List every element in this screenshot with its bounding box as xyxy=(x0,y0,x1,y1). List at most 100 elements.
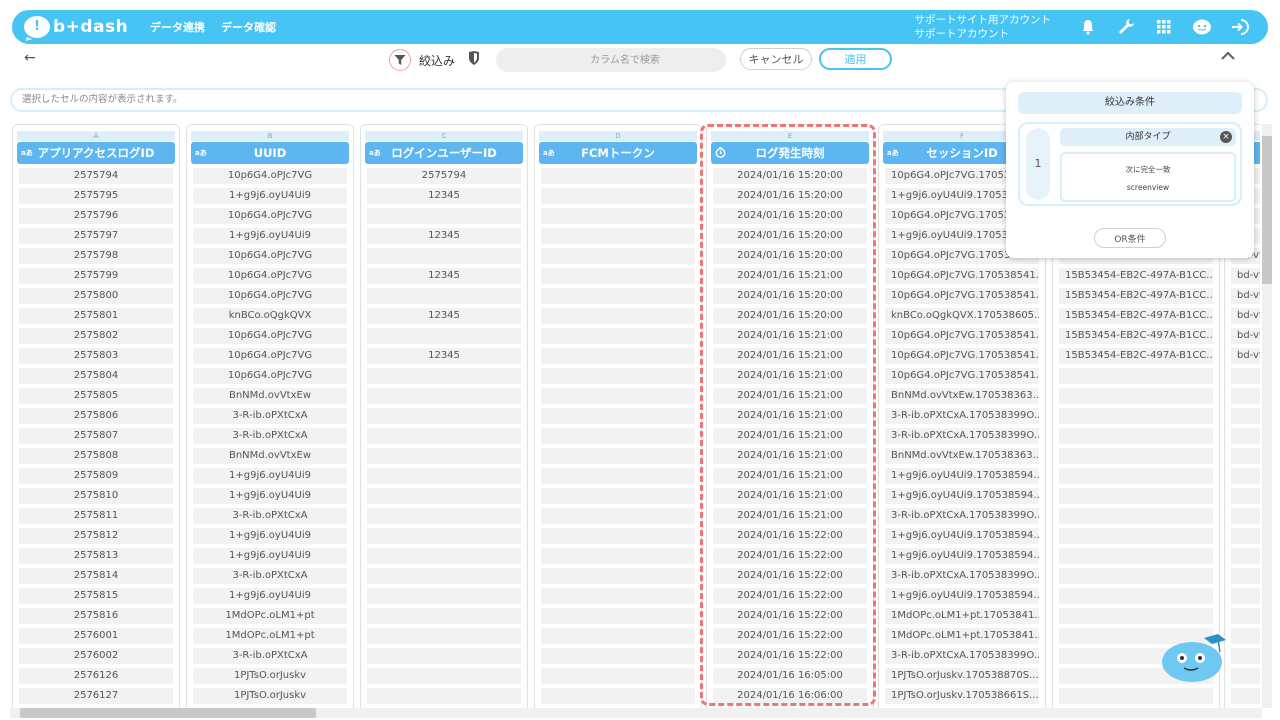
table-cell[interactable] xyxy=(541,548,695,564)
table-cell[interactable] xyxy=(367,288,521,304)
table-cell[interactable]: 2024/01/16 15:20:00 xyxy=(713,208,867,224)
table-cell[interactable] xyxy=(541,348,695,364)
table-cell[interactable]: 2024/01/16 15:21:00 xyxy=(713,408,867,424)
table-cell[interactable]: 2575800 xyxy=(19,288,173,304)
table-cell[interactable]: 1+g9j6.oyU4Ui9 xyxy=(193,528,347,544)
table-cell[interactable] xyxy=(1059,548,1213,564)
table-cell[interactable]: 12345 xyxy=(367,188,521,204)
table-cell[interactable] xyxy=(541,468,695,484)
table-cell[interactable]: 2575796 xyxy=(19,208,173,224)
table-cell[interactable] xyxy=(367,488,521,504)
column-letter[interactable]: B xyxy=(191,131,349,141)
table-cell[interactable] xyxy=(1059,688,1213,704)
table-cell[interactable]: bd-vt xyxy=(1231,328,1260,344)
table-cell[interactable] xyxy=(367,328,521,344)
logout-icon[interactable] xyxy=(1230,17,1250,37)
back-arrow-icon[interactable]: ← xyxy=(24,50,36,66)
table-cell[interactable]: 3-R-ib.oPXtCxA.170538399O... xyxy=(885,428,1039,444)
table-cell[interactable]: 3-R-ib.oPXtCxA xyxy=(193,648,347,664)
table-cell[interactable] xyxy=(1231,608,1260,624)
table-cell[interactable] xyxy=(541,408,695,424)
column-header[interactable]: aあ ログインユーザーID xyxy=(365,142,523,164)
table-cell[interactable] xyxy=(367,468,521,484)
table-cell[interactable] xyxy=(1231,648,1260,664)
table-cell[interactable] xyxy=(1059,528,1213,544)
table-cell[interactable]: 15B53454-EB2C-497A-B1CC... xyxy=(1059,328,1213,344)
table-cell[interactable]: knBCo.oQgkQVX xyxy=(193,308,347,324)
column-letter[interactable]: C xyxy=(365,131,523,141)
table-cell[interactable]: 3-R-ib.oPXtCxA.170538399O... xyxy=(885,648,1039,664)
table-cell[interactable] xyxy=(1231,448,1260,464)
table-cell[interactable] xyxy=(1231,628,1260,644)
table-cell[interactable]: 2575797 xyxy=(19,228,173,244)
table-cell[interactable] xyxy=(367,248,521,264)
table-cell[interactable]: bd-vt xyxy=(1231,308,1260,324)
table-cell[interactable] xyxy=(367,208,521,224)
table-cell[interactable] xyxy=(541,328,695,344)
table-cell[interactable]: 1MdOPc.oLM1+pt.17053841... xyxy=(885,628,1039,644)
table-cell[interactable]: 1PJTsO.orJuskv xyxy=(193,668,347,684)
table-cell[interactable] xyxy=(1231,368,1260,384)
table-cell[interactable]: 2024/01/16 15:21:00 xyxy=(713,468,867,484)
table-cell[interactable]: 2575811 xyxy=(19,508,173,524)
table-cell[interactable] xyxy=(1059,388,1213,404)
table-cell[interactable]: BnNMd.ovVtxEw xyxy=(193,448,347,464)
table-cell[interactable]: 10p6G4.oPJc7VG xyxy=(193,248,347,264)
nav-data-integration[interactable]: データ連携 xyxy=(150,19,205,35)
table-cell[interactable] xyxy=(367,408,521,424)
table-cell[interactable] xyxy=(1059,448,1213,464)
table-cell[interactable] xyxy=(1231,468,1260,484)
table-cell[interactable] xyxy=(541,428,695,444)
table-cell[interactable] xyxy=(541,648,695,664)
column-search-input[interactable] xyxy=(496,48,726,72)
table-cell[interactable]: 2576001 xyxy=(19,628,173,644)
table-cell[interactable]: 3-R-ib.oPXtCxA xyxy=(193,508,347,524)
table-cell[interactable]: 10p6G4.oPJc7VG.170538541... xyxy=(885,288,1039,304)
table-cell[interactable] xyxy=(1059,408,1213,424)
table-cell[interactable] xyxy=(541,268,695,284)
table-cell[interactable]: 2024/01/16 15:20:00 xyxy=(713,168,867,184)
table-cell[interactable]: 1MdOPc.oLM1+pt xyxy=(193,608,347,624)
table-cell[interactable]: 1+g9j6.oyU4Ui9 xyxy=(193,228,347,244)
table-cell[interactable]: 10p6G4.oPJc7VG xyxy=(193,288,347,304)
table-cell[interactable] xyxy=(1231,508,1260,524)
table-cell[interactable]: 10p6G4.oPJc7VG.170538541... xyxy=(885,368,1039,384)
table-cell[interactable] xyxy=(1231,548,1260,564)
table-cell[interactable]: 2024/01/16 15:22:00 xyxy=(713,648,867,664)
table-cell[interactable]: 2575794 xyxy=(367,168,521,184)
table-cell[interactable]: 1+g9j6.oyU4Ui9.170538594... xyxy=(885,548,1039,564)
table-cell[interactable] xyxy=(1059,608,1213,624)
table-cell[interactable]: 2575813 xyxy=(19,548,173,564)
table-cell[interactable] xyxy=(541,368,695,384)
table-cell[interactable] xyxy=(541,668,695,684)
table-cell[interactable]: 1PJTsO.orJuskv.170538870S... xyxy=(885,668,1039,684)
table-cell[interactable] xyxy=(541,588,695,604)
table-cell[interactable]: 3-R-ib.oPXtCxA.170538399O... xyxy=(885,508,1039,524)
table-cell[interactable] xyxy=(367,648,521,664)
table-cell[interactable]: 2575802 xyxy=(19,328,173,344)
table-cell[interactable]: 10p6G4.oPJc7VG xyxy=(193,268,347,284)
table-cell[interactable] xyxy=(541,628,695,644)
table-cell[interactable]: 10p6G4.oPJc7VG xyxy=(193,328,347,344)
table-cell[interactable]: 2575810 xyxy=(19,488,173,504)
table-cell[interactable]: 2024/01/16 15:21:00 xyxy=(713,368,867,384)
table-cell[interactable]: 2575795 xyxy=(19,188,173,204)
condition-value-box[interactable]: 次に完全一致 screenview xyxy=(1060,152,1236,202)
table-cell[interactable]: 2024/01/16 15:22:00 xyxy=(713,588,867,604)
logo[interactable]: ! b+dash xyxy=(24,16,134,38)
table-cell[interactable]: 2575804 xyxy=(19,368,173,384)
table-cell[interactable]: 1+g9j6.oyU4Ui9 xyxy=(193,468,347,484)
table-cell[interactable] xyxy=(541,568,695,584)
table-cell[interactable]: 1+g9j6.oyU4Ui9 xyxy=(193,188,347,204)
column-header[interactable]: aあ UUID xyxy=(191,142,349,164)
table-cell[interactable] xyxy=(1059,568,1213,584)
table-cell[interactable]: 1+g9j6.oyU4Ui9.170538594... xyxy=(885,528,1039,544)
table-cell[interactable]: 2024/01/16 15:21:00 xyxy=(713,488,867,504)
chevron-up-icon[interactable] xyxy=(1220,50,1236,66)
table-cell[interactable]: 1MdOPc.oLM1+pt.17053841... xyxy=(885,608,1039,624)
table-cell[interactable] xyxy=(541,168,695,184)
table-cell[interactable] xyxy=(1231,668,1260,684)
table-cell[interactable]: BnNMd.ovVtxEw.170538363... xyxy=(885,448,1039,464)
table-cell[interactable] xyxy=(541,508,695,524)
column-letter[interactable]: E xyxy=(711,131,869,141)
